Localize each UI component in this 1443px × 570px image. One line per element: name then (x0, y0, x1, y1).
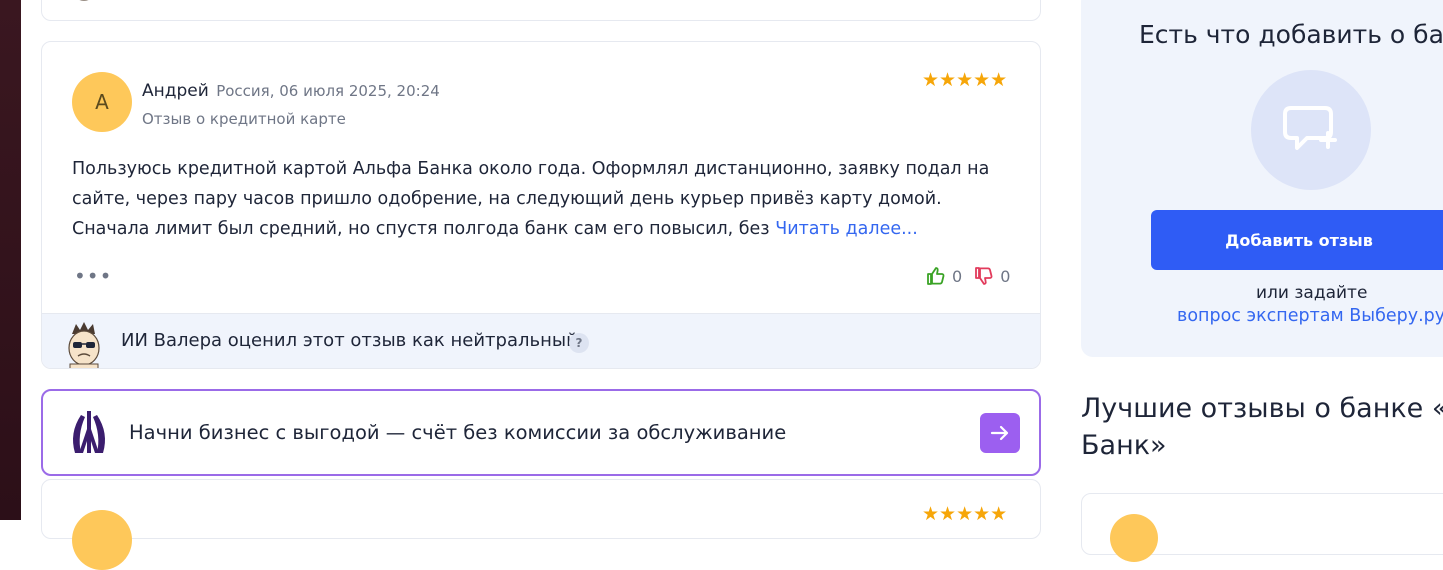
alfa-bank-logo-icon (65, 409, 113, 457)
ai-assessment-bar: ИИ Валера оценил этот отзыв как нейтраль… (42, 313, 1040, 368)
review-text: Пользуюсь кредитной картой Альфа Банка о… (72, 154, 1002, 244)
thumbs-down-icon (975, 267, 993, 285)
like-button[interactable]: 0 (926, 266, 962, 286)
author-name[interactable]: Андрей (142, 81, 209, 101)
best-reviews-title: Лучшие отзывы о банке «А Банк» (1081, 393, 1443, 461)
add-comment-icon (1251, 70, 1371, 190)
promo-arrow-button[interactable] (980, 413, 1020, 453)
more-options-button[interactable]: ••• (74, 264, 112, 288)
best-review-card (1081, 493, 1443, 562)
add-review-title: Есть что добавить о бан (1139, 20, 1443, 49)
promo-banner[interactable]: Начни бизнес с выгодой — счёт без комисс… (41, 389, 1041, 476)
avatar: А (72, 72, 132, 132)
valera-mascot-icon (64, 322, 104, 368)
help-icon[interactable]: ? (569, 333, 589, 353)
avatar-letter: А (95, 90, 109, 114)
review-author: Андрей Россия, 06 июля 2025, 20:24 (142, 81, 440, 101)
rating-stars: ★★★★★ (922, 69, 1008, 91)
ask-experts-link[interactable]: вопрос экспертам Выберу.ру (1177, 306, 1443, 326)
previous-review-card (41, 0, 1041, 21)
arrow-right-icon (990, 425, 1009, 441)
rating-stars: ★★★★★ (922, 503, 1008, 525)
ai-verdict-text: ИИ Валера оценил этот отзыв как нейтраль… (121, 330, 578, 351)
add-review-box: Есть что добавить о бан Добавить отзыв и… (1081, 0, 1443, 357)
add-review-button[interactable]: Добавить отзыв (1151, 210, 1443, 270)
review-subtitle: Отзыв о кредитной карте (142, 110, 346, 128)
avatar (72, 510, 132, 570)
votes: 0 0 (926, 266, 1010, 286)
left-edge-strip (0, 0, 21, 520)
thumbs-up-icon (927, 267, 945, 285)
dislike-count: 0 (1000, 266, 1011, 286)
valera-mascot-icon (66, 0, 102, 19)
next-review-card: ★★★★★ (41, 479, 1041, 570)
read-more-link[interactable]: Читать далее... (775, 219, 918, 239)
like-count: 0 (952, 266, 963, 286)
review-meta: Россия, 06 июля 2025, 20:24 (216, 82, 440, 100)
or-ask-text: или задайте (1256, 283, 1368, 303)
review-card: А Андрей Россия, 06 июля 2025, 20:24 Отз… (41, 41, 1041, 369)
avatar (1110, 514, 1158, 562)
dislike-button[interactable]: 0 (974, 266, 1010, 286)
promo-text: Начни бизнес с выгодой — счёт без комисс… (129, 421, 787, 444)
